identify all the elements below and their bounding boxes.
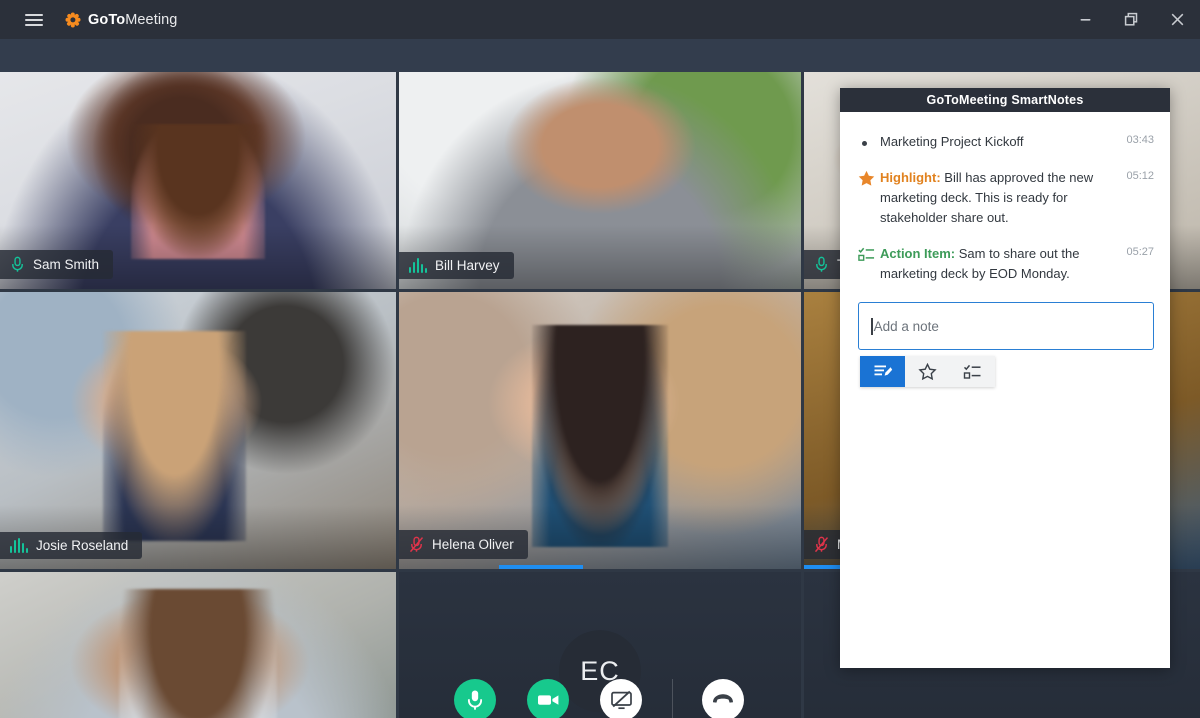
speaking-indicator bbox=[499, 565, 583, 569]
smartnotes-panel: GoToMeeting SmartNotes Marketing Project… bbox=[840, 88, 1170, 668]
participant-tile-sam-smith[interactable]: Sam Smith bbox=[0, 72, 396, 289]
minimize-icon bbox=[1080, 19, 1090, 21]
microphone-muted-icon bbox=[409, 536, 424, 553]
video-feed bbox=[399, 292, 801, 569]
note-input-placeholder: Add a note bbox=[873, 318, 939, 334]
note-entry[interactable]: Marketing Project Kickoff 03:43 bbox=[858, 132, 1154, 152]
microphone-icon bbox=[816, 256, 827, 272]
restore-button[interactable] bbox=[1108, 0, 1154, 39]
nameplate: Helena Oliver bbox=[399, 530, 528, 559]
hamburger-line bbox=[25, 18, 43, 21]
phone-hangup-icon bbox=[713, 694, 733, 703]
leave-button-circle bbox=[702, 679, 744, 718]
gotomeeting-logo-icon bbox=[64, 11, 81, 28]
mic-button-circle bbox=[454, 679, 496, 718]
participant-name: Helena Oliver bbox=[432, 537, 514, 552]
app-title: GoToMeeting bbox=[88, 12, 177, 28]
participant-name: Sam Smith bbox=[33, 257, 100, 272]
leave-button[interactable]: Leave bbox=[687, 679, 760, 718]
screen-button-circle bbox=[600, 679, 642, 718]
nameplate: Bill Harvey bbox=[399, 252, 514, 279]
microphone-icon bbox=[467, 690, 483, 710]
note-entry-action-item[interactable]: Action Item: Sam to share out the market… bbox=[858, 244, 1154, 284]
audio-wave-icon bbox=[10, 538, 28, 553]
title-bar: GoToMeeting bbox=[0, 0, 1200, 39]
brand-light-text: Meeting bbox=[125, 11, 178, 28]
note-kind-label: Action Item: bbox=[880, 246, 956, 262]
star-icon bbox=[858, 168, 880, 187]
nameplate: Josie Roseland bbox=[0, 532, 143, 559]
note-text: Highlight: Bill has approved the new mar… bbox=[880, 168, 1114, 228]
hamburger-icon[interactable] bbox=[16, 0, 52, 39]
video-feed bbox=[0, 292, 396, 569]
hamburger-line bbox=[25, 23, 43, 26]
minimize-button[interactable] bbox=[1062, 0, 1108, 39]
action-item-tool-button[interactable] bbox=[950, 356, 995, 387]
camera-button[interactable]: Camera bbox=[512, 679, 585, 718]
meeting-controls: Mic Camera Screen bbox=[398, 679, 800, 718]
participant-name: Josie Roseland bbox=[36, 538, 129, 553]
note-input[interactable]: Add a note bbox=[858, 302, 1154, 351]
highlight-tool-button[interactable] bbox=[905, 356, 950, 387]
video-camera-icon bbox=[537, 695, 558, 705]
controls-divider bbox=[671, 679, 673, 718]
checklist-icon bbox=[963, 364, 981, 379]
note-entry-highlight[interactable]: Highlight: Bill has approved the new mar… bbox=[858, 168, 1154, 228]
star-icon bbox=[918, 362, 937, 380]
window-controls bbox=[1062, 0, 1200, 39]
text-caret bbox=[871, 317, 873, 335]
note-edit-icon bbox=[874, 365, 892, 376]
participant-tile-trevor-sanders[interactable]: Recording... Trevor Sanders bbox=[0, 572, 396, 718]
close-icon bbox=[1171, 13, 1183, 26]
note-timestamp: 03:43 bbox=[1126, 134, 1154, 146]
mic-button[interactable]: Mic bbox=[439, 679, 512, 718]
screen-share-button[interactable]: Screen bbox=[585, 679, 658, 718]
camera-button-circle bbox=[527, 679, 569, 718]
participant-tile-josie-roseland[interactable]: Josie Roseland bbox=[0, 292, 396, 569]
brand-bold-text: GoTo bbox=[88, 11, 126, 28]
note-text: Action Item: Sam to share out the market… bbox=[880, 244, 1114, 284]
microphone-muted-icon bbox=[814, 536, 829, 553]
audio-wave-icon bbox=[409, 258, 427, 273]
microphone-icon bbox=[12, 256, 23, 272]
hamburger-line bbox=[25, 13, 43, 16]
video-feed bbox=[0, 572, 396, 718]
note-tool-button[interactable] bbox=[860, 356, 905, 388]
participant-tile-helena-oliver[interactable]: Helena Oliver bbox=[399, 292, 801, 569]
note-text: Marketing Project Kickoff bbox=[880, 134, 1024, 149]
note-timestamp: 05:12 bbox=[1126, 170, 1154, 183]
participant-name: Bill Harvey bbox=[435, 258, 500, 273]
note-kind-label: Highlight: bbox=[880, 170, 941, 186]
smartnotes-list: Marketing Project Kickoff 03:43 Highligh… bbox=[840, 112, 1170, 668]
restore-icon bbox=[1124, 12, 1137, 26]
participant-tile-bill-harvey[interactable]: Bill Harvey bbox=[399, 72, 801, 289]
nameplate: Sam Smith bbox=[0, 250, 114, 279]
screen-share-off-icon bbox=[610, 690, 632, 710]
app-brand: GoToMeeting bbox=[64, 11, 177, 28]
note-composer: Add a note bbox=[858, 300, 1154, 388]
close-button[interactable] bbox=[1154, 0, 1200, 39]
note-type-toolbar bbox=[860, 356, 995, 388]
checklist-icon bbox=[858, 244, 880, 263]
smartnotes-title: GoToMeeting SmartNotes bbox=[840, 88, 1170, 112]
note-timestamp: 05:27 bbox=[1126, 246, 1154, 259]
bullet-icon bbox=[858, 132, 880, 146]
